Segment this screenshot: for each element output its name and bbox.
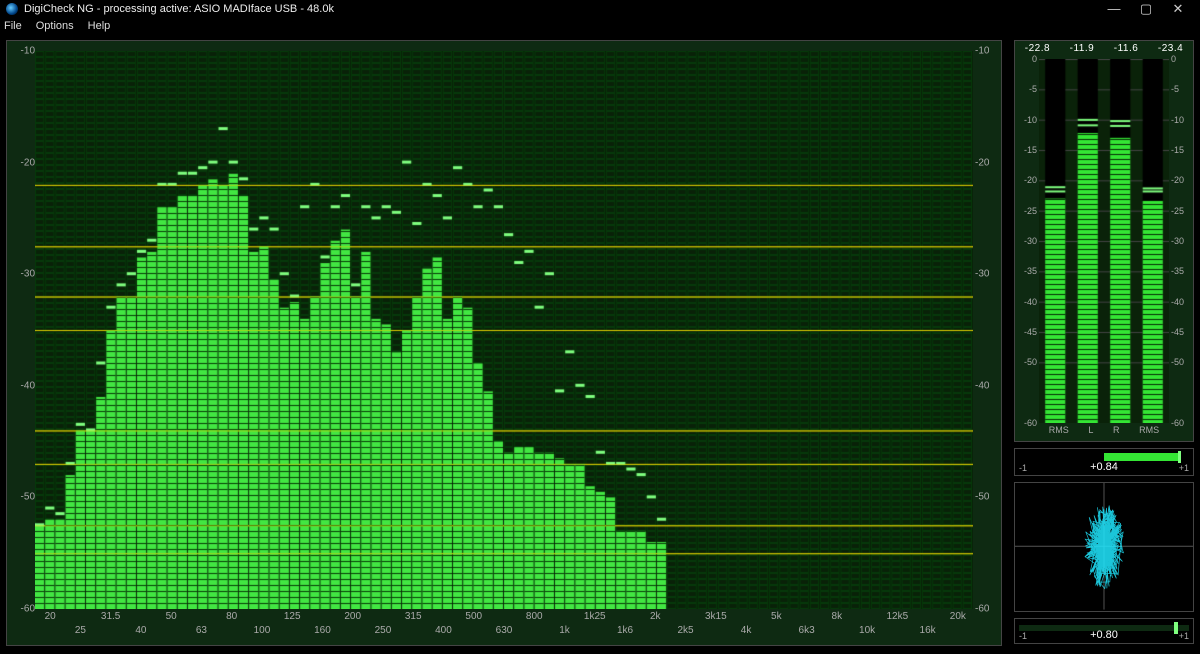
close-button[interactable]: ✕: [1162, 0, 1194, 18]
spectrum-plot: [35, 51, 973, 609]
maximize-button[interactable]: ▢: [1130, 0, 1162, 18]
spectrum-y-axis-left: -10-20-30-40-50-60: [7, 51, 35, 609]
correlation-meter[interactable]: -1 +1 +0.84: [1014, 448, 1194, 476]
menubar: File Options Help: [0, 18, 1200, 34]
window-titlebar: DigiCheck NG - processing active: ASIO M…: [0, 0, 1200, 18]
app-icon: [6, 3, 18, 15]
correlation-value: +0.84: [1015, 461, 1193, 473]
window-title: DigiCheck NG - processing active: ASIO M…: [24, 3, 334, 15]
spectrum-x-axis: 202531.540506380100125160200250315400500…: [35, 611, 973, 645]
spectrum-analyzer[interactable]: -10-20-30-40-50-60 -10-20-30-40-50-60 20…: [6, 40, 1002, 646]
level-meters[interactable]: -22.8-11.9-11.6-23.4 0-5-10-15-20-25-30-…: [1014, 40, 1194, 442]
minimize-button[interactable]: —: [1098, 0, 1130, 18]
correlation-bar: [1104, 453, 1179, 461]
goniometer-slider-value: +0.80: [1015, 629, 1193, 641]
level-meter-y-left: 0-5-10-15-20-25-30-35-40-45-50-60: [1015, 59, 1037, 423]
goniometer[interactable]: [1014, 482, 1194, 612]
level-meter-labels: RMSLRRMS: [1039, 425, 1169, 439]
menu-help[interactable]: Help: [88, 20, 111, 32]
menu-file[interactable]: File: [4, 20, 22, 32]
menu-options[interactable]: Options: [36, 20, 74, 32]
level-meter-peaks: -22.8-11.9-11.6-23.4: [1015, 43, 1193, 57]
level-meter-y-right: 0-5-10-15-20-25-30-35-40-45-50-60: [1171, 59, 1193, 423]
spectrum-y-axis-right: -10-20-30-40-50-60: [973, 51, 1001, 609]
goniometer-slider[interactable]: -1 +1 +0.80: [1014, 618, 1194, 644]
